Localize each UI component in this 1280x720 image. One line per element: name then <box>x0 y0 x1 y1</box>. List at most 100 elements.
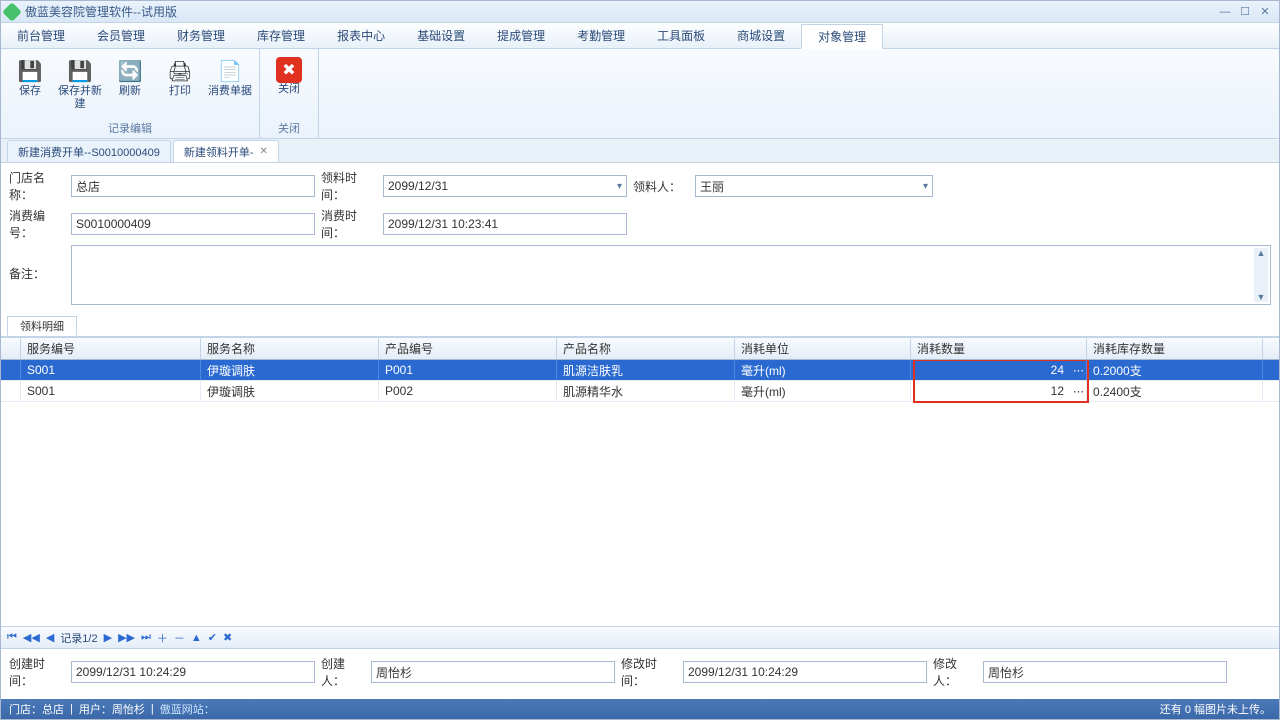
menu-item[interactable]: 库存管理 <box>241 23 321 48</box>
grid-pager: ⏮ ◀◀ ◀ 记录1/2 ▶ ▶▶ ⏭ ＋ － ▲ ✔ ✖ <box>1 626 1279 648</box>
pager-last[interactable]: ⏭ <box>141 631 151 644</box>
pager-cancel[interactable]: ✖ <box>223 631 232 644</box>
menu-item[interactable]: 提成管理 <box>481 23 561 48</box>
pager-prev[interactable]: ◀ <box>46 631 54 644</box>
消费单据-icon: 📄 <box>214 57 246 85</box>
scrollbar[interactable]: ▲▼ <box>1254 248 1268 302</box>
ribbon-group-edit: 💾保存💾保存并新建🔄刷新🖨打印📄消费单据 记录编辑 <box>1 49 260 138</box>
maximize-button[interactable]: ☐ <box>1235 5 1255 18</box>
ribbon-button-label: 保存并新建 <box>57 85 103 111</box>
input-mod-time: 2099/12/31 10:24:29 <box>683 661 927 683</box>
刷新-icon: 🔄 <box>114 57 146 85</box>
保存并新建-icon: 💾 <box>64 57 96 85</box>
label-modifier: 修改人： <box>933 655 983 689</box>
ribbon-button[interactable]: 🔄刷新 <box>107 53 153 119</box>
col-qty[interactable]: 消耗数量 <box>911 338 1087 359</box>
detail-grid: 服务编号 服务名称 产品编号 产品名称 消耗单位 消耗数量 消耗库存数量 S00… <box>1 337 1279 648</box>
menu-item[interactable]: 基础设置 <box>401 23 481 48</box>
menu-item[interactable]: 工具面板 <box>641 23 721 48</box>
ribbon-button-label: 刷新 <box>119 85 141 98</box>
ellipsis-icon[interactable]: ⋯ <box>1073 364 1084 377</box>
ribbon-button[interactable]: 🖨打印 <box>157 53 203 119</box>
cell: P001 <box>379 360 557 380</box>
app-title: 傲蓝美容院管理软件--试用版 <box>25 3 1215 20</box>
input-mat-time[interactable]: 2099/12/31 <box>383 175 627 197</box>
cell-qty[interactable]: 12⋯ <box>911 381 1087 401</box>
document-tab[interactable]: 新建消费开单--S0010000409 <box>7 140 171 162</box>
打印-icon: 🖨 <box>164 57 196 85</box>
input-remarks[interactable]: ▲▼ <box>71 245 1271 305</box>
document-tab[interactable]: 新建领料开单- ✕ <box>173 140 279 162</box>
input-create-time: 2099/12/31 10:24:29 <box>71 661 315 683</box>
ribbon-button-label: 关闭 <box>278 83 300 96</box>
label-create-time: 创建时间： <box>9 655 71 689</box>
cell-stock: 0.2400支 <box>1087 381 1263 401</box>
table-row[interactable]: S001伊璇调肤P001肌源洁肤乳毫升(ml)24⋯0.2000支 <box>1 360 1279 381</box>
menu-item[interactable]: 前台管理 <box>1 23 81 48</box>
input-creator: 周怡杉 <box>371 661 615 683</box>
status-store: 门店：总店 <box>9 701 64 717</box>
cell: 伊璇调肤 <box>201 381 379 401</box>
pager-record: 记录1/2 <box>60 630 97 646</box>
app-logo-icon <box>2 2 22 22</box>
col-product-code[interactable]: 产品编号 <box>379 338 557 359</box>
input-mat-person[interactable]: 王丽 <box>695 175 933 197</box>
menu-item[interactable]: 财务管理 <box>161 23 241 48</box>
ribbon-button[interactable]: 💾保存 <box>7 53 53 119</box>
input-store[interactable]: 总店 <box>71 175 315 197</box>
menu-item[interactable]: 报表中心 <box>321 23 401 48</box>
pager-remove[interactable]: － <box>174 630 185 646</box>
cell: S001 <box>21 360 201 380</box>
menu-item[interactable]: 对象管理 <box>801 24 883 49</box>
label-cons-time: 消费时间： <box>321 207 383 241</box>
minimize-button[interactable]: — <box>1215 6 1235 18</box>
ellipsis-icon[interactable]: ⋯ <box>1073 385 1084 398</box>
cell-qty[interactable]: 24⋯ <box>911 360 1087 380</box>
pager-edit[interactable]: ▲ <box>191 632 202 644</box>
pager-next[interactable]: ▶ <box>104 631 112 644</box>
cell: 肌源洁肤乳 <box>557 360 735 380</box>
grid-header: 服务编号 服务名称 产品编号 产品名称 消耗单位 消耗数量 消耗库存数量 <box>1 338 1279 360</box>
col-unit[interactable]: 消耗单位 <box>735 338 911 359</box>
tab-detail[interactable]: 领料明细 <box>7 316 77 336</box>
ribbon-button-label: 打印 <box>169 85 191 98</box>
col-service-code[interactable]: 服务编号 <box>21 338 201 359</box>
pager-next-page[interactable]: ▶▶ <box>118 631 135 644</box>
label-creator: 创建人： <box>321 655 371 689</box>
input-cons-time[interactable]: 2099/12/31 10:23:41 <box>383 213 627 235</box>
ribbon-button[interactable]: ✖关闭 <box>266 53 312 119</box>
cell: 肌源精华水 <box>557 381 735 401</box>
ribbon-group-label: 记录编辑 <box>7 119 253 138</box>
table-row[interactable]: S001伊璇调肤P002肌源精华水毫升(ml)12⋯0.2400支 <box>1 381 1279 402</box>
col-service-name[interactable]: 服务名称 <box>201 338 379 359</box>
tab-label: 新建消费开单--S0010000409 <box>18 144 160 160</box>
cell: P002 <box>379 381 557 401</box>
ribbon-button-label: 消费单据 <box>208 85 252 98</box>
row-indicator-header <box>1 338 21 359</box>
label-mat-time: 领料时间： <box>321 169 383 203</box>
main-menu: 前台管理会员管理财务管理库存管理报表中心基础设置提成管理考勤管理工具面板商城设置… <box>1 23 1279 49</box>
pager-check[interactable]: ✔ <box>208 631 217 644</box>
pager-first[interactable]: ⏮ <box>7 631 17 644</box>
status-bar: 门店：总店 | 用户：周怡杉 | 傲蓝网站： 还有 0 幅图片未上传。 <box>1 699 1279 719</box>
label-code: 消费编号： <box>9 207 71 241</box>
footer-form: 创建时间： 2099/12/31 10:24:29 创建人： 周怡杉 修改时间：… <box>1 648 1279 699</box>
input-code[interactable]: S0010000409 <box>71 213 315 235</box>
pager-prev-page[interactable]: ◀◀ <box>23 631 40 644</box>
pager-add[interactable]: ＋ <box>157 630 168 646</box>
ribbon-button[interactable]: 📄消费单据 <box>207 53 253 119</box>
menu-item[interactable]: 考勤管理 <box>561 23 641 48</box>
label-mat-person: 领料人： <box>633 178 695 195</box>
tab-label: 新建领料开单- <box>184 144 254 160</box>
ribbon-button[interactable]: 💾保存并新建 <box>57 53 103 119</box>
col-product-name[interactable]: 产品名称 <box>557 338 735 359</box>
cell: 伊璇调肤 <box>201 360 379 380</box>
menu-item[interactable]: 会员管理 <box>81 23 161 48</box>
menu-item[interactable]: 商城设置 <box>721 23 801 48</box>
ribbon: 💾保存💾保存并新建🔄刷新🖨打印📄消费单据 记录编辑 ✖关闭 关闭 <box>1 49 1279 139</box>
status-site-link[interactable]: 傲蓝网站： <box>160 701 215 717</box>
tab-close-icon[interactable]: ✕ <box>260 146 268 157</box>
grid-body[interactable]: S001伊璇调肤P001肌源洁肤乳毫升(ml)24⋯0.2000支S001伊璇调… <box>1 360 1279 626</box>
col-stock-qty[interactable]: 消耗库存数量 <box>1087 338 1263 359</box>
close-window-button[interactable]: ✕ <box>1255 5 1275 18</box>
